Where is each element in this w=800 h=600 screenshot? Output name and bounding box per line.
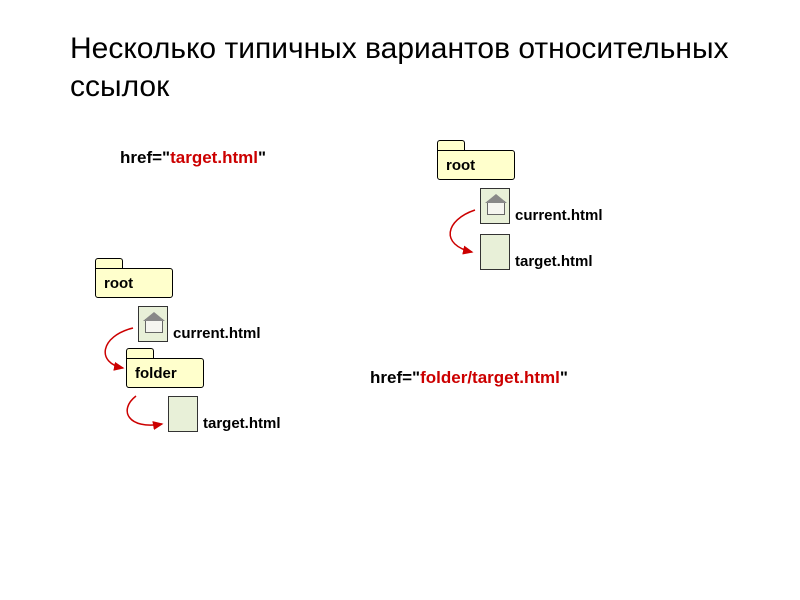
file-icon-target-ex2	[168, 396, 198, 432]
href-label-2: href="folder/target.html"	[370, 368, 568, 388]
href-prefix: href="	[370, 368, 420, 387]
folder-folder-ex2: folder	[126, 348, 204, 388]
href-value: folder/target.html	[420, 368, 560, 387]
file-label-current-ex2: current.html	[173, 325, 261, 342]
folder-root-ex2: root	[95, 258, 173, 298]
href-prefix: href="	[120, 148, 170, 167]
file-label-target-ex2: target.html	[203, 415, 281, 432]
page-title: Несколько типичных вариантов относительн…	[70, 30, 770, 105]
file-label-target-ex1: target.html	[515, 253, 593, 270]
folder-root-ex1: root	[437, 140, 515, 180]
file-icon-current-ex1	[480, 188, 510, 224]
file-icon-target-ex1	[480, 234, 510, 270]
folder-label: root	[95, 268, 173, 298]
href-suffix: "	[258, 148, 266, 167]
file-label-current-ex1: current.html	[515, 207, 603, 224]
file-icon-current-ex2	[138, 306, 168, 342]
href-suffix: "	[560, 368, 568, 387]
href-value: target.html	[170, 148, 258, 167]
folder-label: folder	[126, 358, 204, 388]
href-label-1: href="target.html"	[120, 148, 266, 168]
folder-label: root	[437, 150, 515, 180]
